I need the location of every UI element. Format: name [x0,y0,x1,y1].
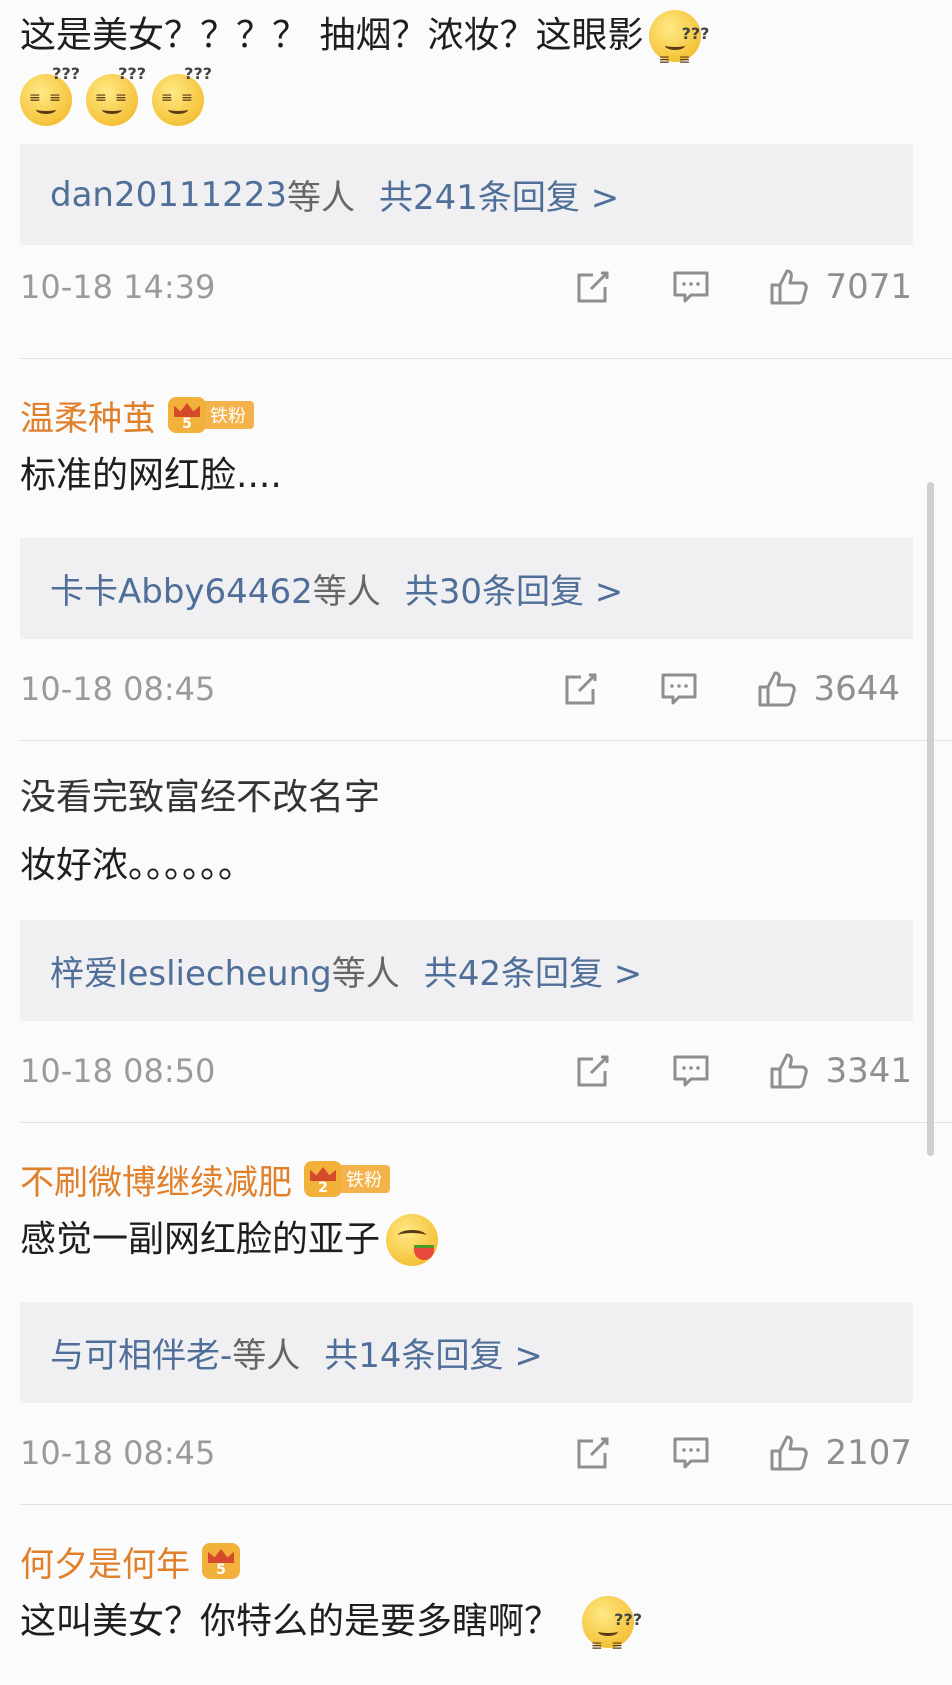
timestamp: 10-18 08:50 [20,1052,216,1090]
like-count: 3341 [825,1051,912,1091]
thumbs-up-icon [767,1049,811,1093]
dizzy-face-emoji: ??? [649,10,709,94]
comment-text-line: 妆好浓。。。。。。 [20,845,255,886]
reply-users: 与可相伴老- [50,1336,233,1376]
comment-item: 这是美女？？？？ 抽烟？浓妆？这眼影 ??? ??? ??? ??? [0,4,709,132]
reply-preview[interactable]: 梓爱lesliecheung 等人 共42条回复 > [20,920,913,1021]
fan-badge: 5 [202,1543,240,1579]
watermelon-yum-emoji [386,1214,439,1266]
comment-item: 没看完致富经不改名字 妆好浓。。。。。。 [0,764,380,900]
reply-preview[interactable]: 与可相伴老- 等人 共14条回复 > [20,1302,913,1403]
reply-suffix: 等人 [312,572,381,612]
thumbs-up-icon [755,667,799,711]
emoji-row: ??? ??? ??? [20,64,701,132]
comment-item: 温柔种茧 5 铁粉 标准的网红脸.... [0,388,282,510]
fan-label: 铁粉 [338,1165,390,1193]
timestamp: 10-18 08:45 [20,670,216,708]
crown-icon: 5 [202,1543,240,1579]
fan-label: 铁粉 [202,401,254,429]
scrollbar[interactable] [927,482,934,1156]
share-icon[interactable] [571,1431,615,1475]
share-icon[interactable] [571,1049,615,1093]
reply-count-link[interactable]: 共14条回复 > [324,1328,543,1377]
comment-text: 标准的网红脸.... [20,442,282,510]
like-button[interactable]: 7071 [767,265,912,309]
comment-text: 感觉一副网红脸的亚子 [20,1206,439,1274]
dizzy-face-emoji: ??? [152,64,212,126]
author-name[interactable]: 温柔种茧 [20,391,156,440]
comment-meta: 10-18 14:39 7071 [20,252,912,322]
reply-count-link[interactable]: 共241条回复 > [379,170,619,219]
reply-users: dan20111223 [50,174,288,215]
reply-count-link[interactable]: 共42条回复 > [424,946,643,995]
divider [20,1122,952,1123]
comment-meta: 10-18 08:45 3644 [20,654,900,724]
comment-text-line: 标准的网红脸.... [20,455,282,496]
reply-suffix: 等人 [331,954,400,994]
dizzy-face-emoji: ??? [20,64,80,126]
dizzy-face-emoji: ??? [86,64,146,126]
comment-actions: 3341 [571,1049,912,1093]
comment-text: 这是美女？？？？ 抽烟？浓妆？这眼影 ??? [20,4,709,94]
comment-author[interactable]: 何夕是何年 5 [20,1534,634,1588]
crown-icon: 2 [304,1161,342,1197]
comment-text: 妆好浓。。。。。。 [20,832,380,900]
comment-icon[interactable] [669,1431,713,1475]
divider [20,358,952,359]
fan-badge: 2 铁粉 [304,1161,390,1197]
comment-text-line: 这是美女？？？？ 抽烟？浓妆？这眼影 [20,15,644,56]
comment-actions: 7071 [571,265,912,309]
timestamp: 10-18 08:45 [20,1434,216,1472]
like-count: 2107 [825,1433,912,1473]
comment-icon[interactable] [669,265,713,309]
author-name[interactable]: 何夕是何年 [20,1537,190,1586]
comment-meta: 10-18 08:45 2107 [20,1418,912,1488]
like-button[interactable]: 3341 [767,1049,912,1093]
reply-preview[interactable]: 卡卡Abby64462 等人 共30条回复 > [20,538,913,639]
comment-text-line: 感觉一副网红脸的亚子 [20,1219,381,1260]
like-button[interactable]: 3644 [755,667,900,711]
divider [20,1504,952,1505]
comment-text: 这叫美女？你特么的是要多瞎啊？ ??? [20,1588,642,1680]
share-icon[interactable] [571,265,615,309]
comment-icon[interactable] [657,667,701,711]
reply-count-link[interactable]: 共30条回复 > [405,564,624,613]
comment-actions: 3644 [559,667,900,711]
comment-author[interactable]: 温柔种茧 5 铁粉 [20,388,282,442]
like-count: 3644 [813,669,900,709]
comment-item: 不刷微博继续减肥 2 铁粉 感觉一副网红脸的亚子 [0,1152,439,1274]
comment-text-line: 这叫美女？你特么的是要多瞎啊？ [20,1601,561,1642]
comment-item: 何夕是何年 5 这叫美女？你特么的是要多瞎啊？ ??? [0,1534,642,1680]
crown-icon: 5 [168,397,206,433]
comment-meta: 10-18 08:50 3341 [20,1036,912,1106]
comment-icon[interactable] [669,1049,713,1093]
like-count: 7071 [825,267,912,307]
divider [20,740,952,741]
like-button[interactable]: 2107 [767,1431,912,1475]
thumbs-up-icon [767,265,811,309]
reply-users: 卡卡Abby64462 [50,572,313,612]
thumbs-up-icon [767,1431,811,1475]
comment-text: 没看完致富经不改名字 [20,764,380,832]
timestamp: 10-18 14:39 [20,268,216,306]
comment-author[interactable]: 不刷微博继续减肥 2 铁粉 [20,1152,438,1206]
reply-suffix: 等人 [232,1336,301,1376]
author-name[interactable]: 不刷微博继续减肥 [20,1155,292,1204]
comment-actions: 2107 [571,1431,912,1475]
comment-text-line: 没看完致富经不改名字 [20,777,381,818]
dizzy-face-emoji: ??? [582,1596,642,1680]
reply-preview[interactable]: dan20111223 等人 共241条回复 > [20,144,913,245]
reply-suffix: 等人 [287,178,356,218]
share-icon[interactable] [559,667,603,711]
fan-badge: 5 铁粉 [168,397,254,433]
reply-users: 梓爱lesliecheung [50,954,332,994]
